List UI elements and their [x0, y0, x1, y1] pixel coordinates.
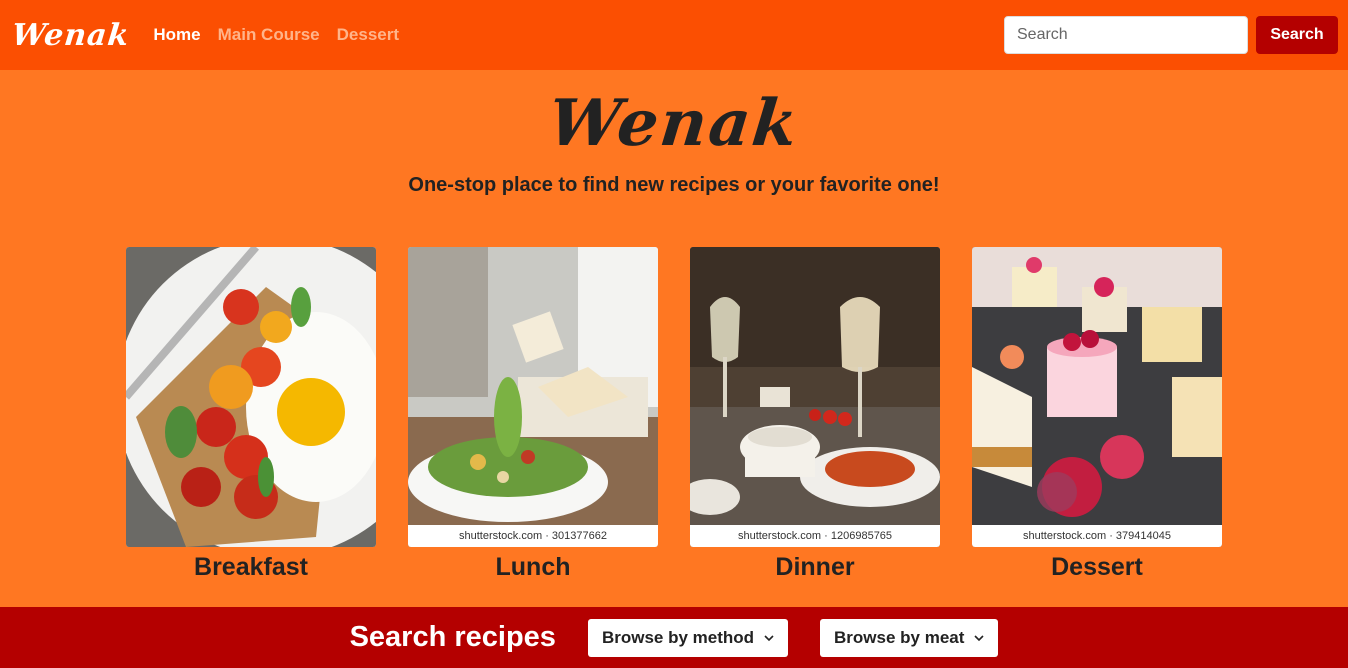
dessert-watermark: shutterstock.com · 379414045: [972, 525, 1222, 547]
browse-by-method-dropdown[interactable]: Browse by method: [587, 618, 789, 657]
dessert-image: shutterstock.com · 379414045: [972, 247, 1222, 547]
chevron-down-icon: [974, 634, 984, 641]
card-lunch[interactable]: shutterstock.com · 301377662 Lunch: [408, 247, 658, 582]
card-title: Breakfast: [194, 553, 308, 581]
dropdown-label: Browse by meat: [834, 627, 965, 647]
lunch-photo: [408, 247, 658, 547]
card-dessert[interactable]: shutterstock.com · 379414045 Dessert: [972, 247, 1222, 582]
breakfast-photo: [126, 247, 376, 547]
dessert-photo: [972, 247, 1222, 547]
category-cards: Breakfast shutterstock.com · 301377662 L…: [0, 247, 1348, 582]
card-title: Dessert: [1051, 553, 1143, 581]
search-button[interactable]: Search: [1256, 16, 1338, 54]
card-breakfast[interactable]: Breakfast: [126, 247, 376, 582]
hero-tagline: One-stop place to find new recipes or yo…: [408, 174, 940, 196]
nav-link-home[interactable]: Home: [153, 25, 200, 45]
nav-links: Home Main Course Dessert: [153, 25, 399, 45]
dropdown-label: Browse by method: [601, 627, 755, 647]
search-recipes-title: Search recipes: [349, 621, 556, 653]
nav-link-dessert[interactable]: Dessert: [337, 25, 399, 45]
dinner-photo: [690, 247, 940, 547]
search-input[interactable]: [1004, 16, 1248, 54]
search-recipes-bar: Search recipes Browse by method Browse b…: [0, 607, 1348, 668]
browse-by-meat-dropdown[interactable]: Browse by meat: [820, 618, 999, 657]
card-title: Lunch: [495, 553, 571, 581]
lunch-watermark: shutterstock.com · 301377662: [408, 525, 658, 547]
brand-logo[interactable]: Wenak: [10, 18, 131, 53]
dinner-image: shutterstock.com · 1206985765: [690, 247, 940, 547]
lunch-image: shutterstock.com · 301377662: [408, 247, 658, 547]
hero: Wenak One-stop place to find new recipes…: [0, 70, 1348, 197]
hero-title: Wenak: [545, 86, 803, 161]
nav-link-main-course[interactable]: Main Course: [218, 25, 320, 45]
chevron-down-icon: [764, 634, 774, 641]
breakfast-image: [126, 247, 376, 547]
dinner-watermark: shutterstock.com · 1206985765: [690, 525, 940, 547]
card-dinner[interactable]: shutterstock.com · 1206985765 Dinner: [690, 247, 940, 582]
nav-search: Search: [1004, 16, 1338, 54]
card-title: Dinner: [775, 553, 855, 581]
navbar: Wenak Home Main Course Dessert Search: [0, 0, 1348, 70]
